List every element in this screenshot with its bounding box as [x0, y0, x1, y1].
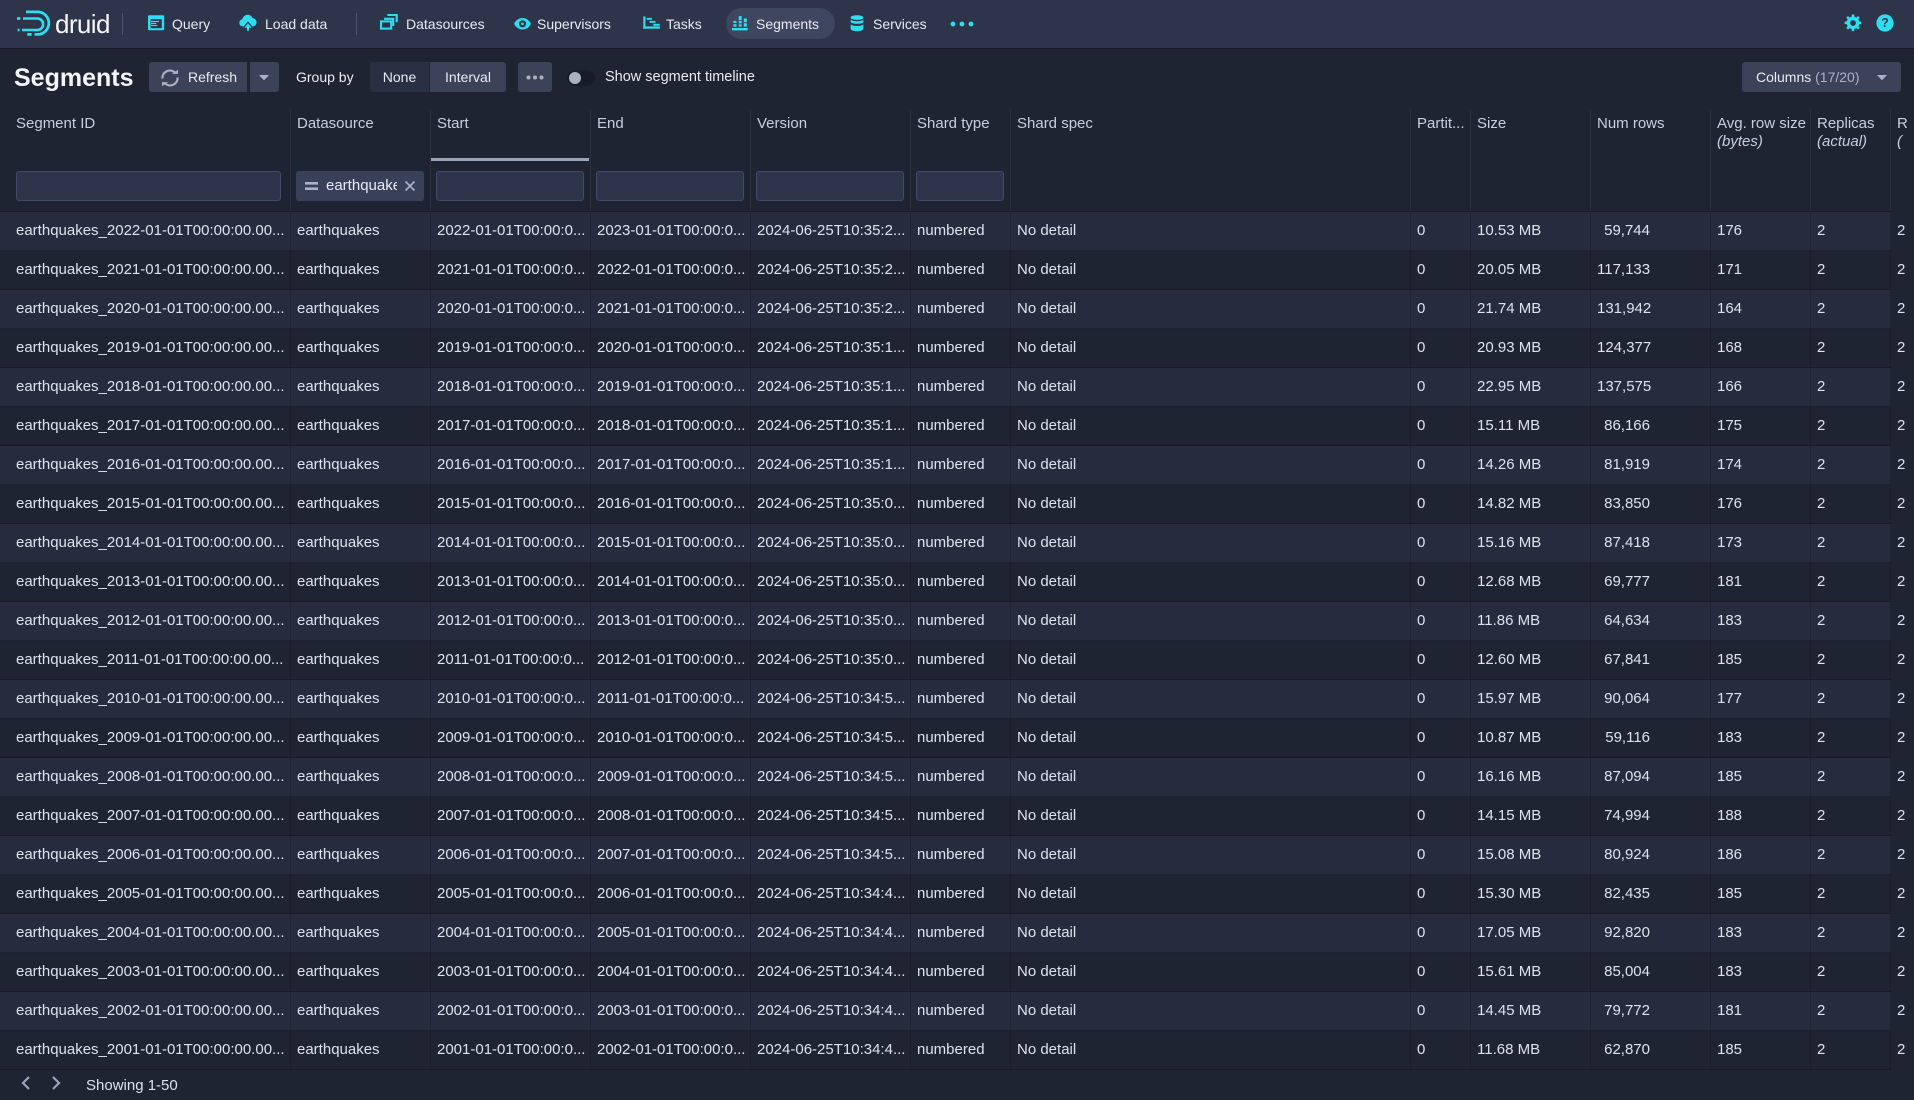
- svg-text:?: ?: [1881, 16, 1889, 30]
